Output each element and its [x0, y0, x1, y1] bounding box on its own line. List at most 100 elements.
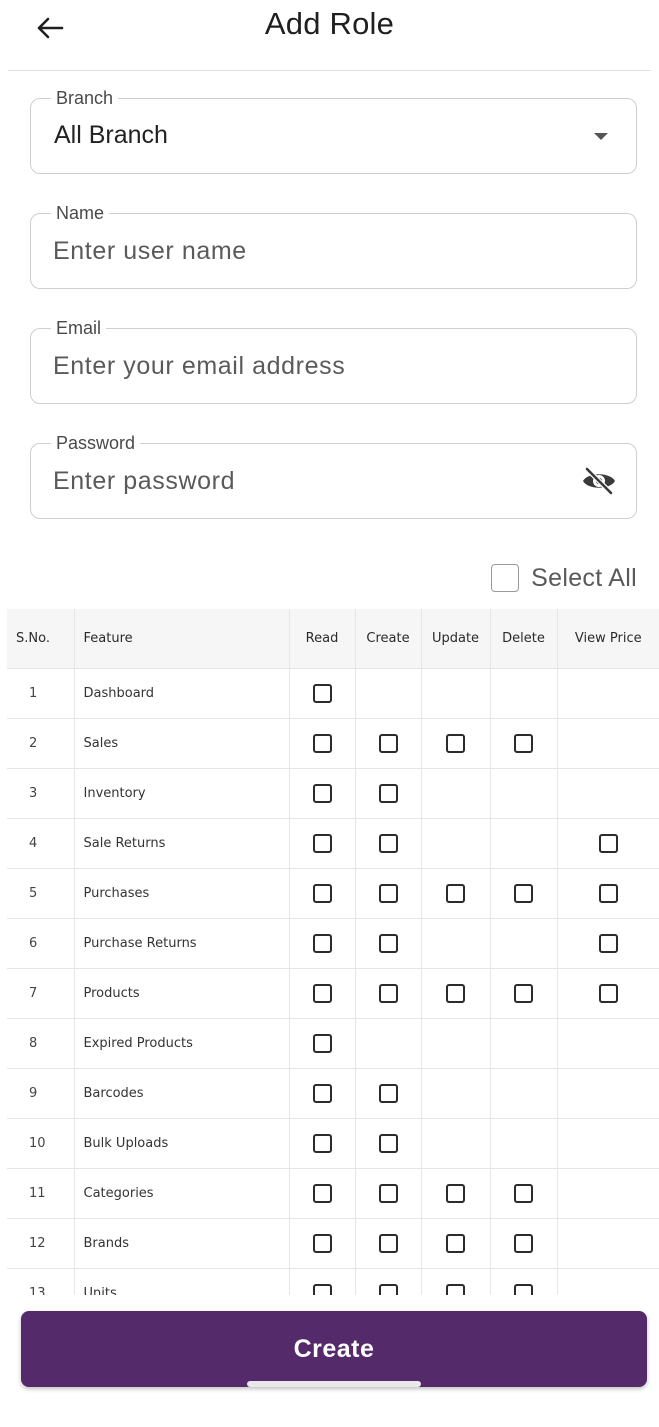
- cell-update: [421, 1268, 491, 1295]
- create-checkbox[interactable]: [378, 883, 398, 903]
- row-feature: Products: [74, 968, 290, 1018]
- cell-view-price: [557, 868, 659, 918]
- row-feature: Units: [74, 1268, 290, 1295]
- update-checkbox[interactable]: [446, 983, 465, 1003]
- cell-delete: [490, 818, 558, 868]
- cell-update: [421, 1118, 491, 1168]
- row-sno: 9: [7, 1068, 75, 1118]
- update-checkbox[interactable]: [446, 733, 465, 753]
- col-header-delete: Delete: [490, 609, 558, 668]
- read-checkbox[interactable]: [312, 1033, 332, 1053]
- read-checkbox[interactable]: [312, 883, 332, 903]
- row-sno: 11: [7, 1168, 75, 1218]
- row-feature: Categories: [74, 1168, 290, 1218]
- read-checkbox[interactable]: [312, 983, 332, 1003]
- view-price-checkbox[interactable]: [598, 883, 618, 903]
- branch-dropdown[interactable]: Branch All Branch: [30, 87, 637, 174]
- create-button-label: Create: [293, 1334, 375, 1363]
- update-checkbox[interactable]: [446, 1183, 465, 1203]
- table-row: 4 Sale Returns: [7, 818, 659, 868]
- read-checkbox[interactable]: [312, 1233, 332, 1253]
- cell-create: [355, 868, 422, 918]
- password-label: Password: [51, 432, 141, 454]
- update-checkbox[interactable]: [446, 883, 465, 903]
- cell-update: [421, 868, 491, 918]
- create-checkbox[interactable]: [378, 733, 398, 753]
- cell-view-price: [557, 968, 659, 1018]
- read-checkbox[interactable]: [312, 733, 332, 753]
- create-checkbox[interactable]: [378, 1283, 398, 1295]
- row-sno: 13: [7, 1268, 75, 1295]
- app-bar: Add Role: [0, 0, 659, 70]
- read-checkbox[interactable]: [312, 783, 332, 803]
- create-button[interactable]: Create: [21, 1311, 647, 1387]
- cell-read: [289, 768, 356, 818]
- select-all-box[interactable]: [491, 564, 520, 592]
- cell-read: [289, 868, 356, 918]
- row-sno: 5: [7, 868, 75, 918]
- delete-checkbox[interactable]: [514, 1183, 533, 1203]
- email-label: Email: [51, 317, 107, 339]
- create-checkbox[interactable]: [378, 1083, 398, 1103]
- row-sno: 1: [7, 668, 75, 718]
- select-all-checkbox[interactable]: Select All: [491, 562, 637, 594]
- view-price-checkbox[interactable]: [598, 933, 618, 953]
- email-field-container: Email: [30, 317, 637, 404]
- read-checkbox[interactable]: [312, 683, 332, 703]
- cell-delete: [490, 1168, 558, 1218]
- cell-read: [289, 1168, 356, 1218]
- cell-update: [421, 718, 491, 768]
- col-header-create: Create: [355, 609, 422, 668]
- view-price-checkbox[interactable]: [598, 833, 618, 853]
- cell-create: [355, 1218, 422, 1268]
- create-checkbox[interactable]: [378, 783, 398, 803]
- read-checkbox[interactable]: [312, 933, 332, 953]
- cell-create: [355, 918, 422, 968]
- row-feature: Sales: [74, 718, 290, 768]
- cell-view-price: [557, 668, 659, 718]
- read-checkbox[interactable]: [312, 833, 332, 853]
- password-field[interactable]: [53, 462, 573, 500]
- eye-off-icon: [583, 466, 615, 496]
- cell-create: [355, 1268, 422, 1295]
- read-checkbox[interactable]: [312, 1183, 332, 1203]
- row-feature: Barcodes: [74, 1068, 290, 1118]
- cell-update: [421, 918, 491, 968]
- table-row: 2 Sales: [7, 718, 659, 768]
- delete-checkbox[interactable]: [514, 1283, 533, 1295]
- create-checkbox[interactable]: [378, 1183, 398, 1203]
- delete-checkbox[interactable]: [514, 883, 533, 903]
- cell-delete: [490, 668, 558, 718]
- cell-update: [421, 1018, 491, 1068]
- create-checkbox[interactable]: [378, 1233, 398, 1253]
- col-header-feature: Feature: [74, 609, 290, 668]
- add-role-screen: Add Role Branch All Branch Name Email Pa…: [0, 0, 659, 1427]
- create-checkbox[interactable]: [378, 833, 398, 853]
- create-checkbox[interactable]: [378, 983, 398, 1003]
- delete-checkbox[interactable]: [514, 983, 533, 1003]
- read-checkbox[interactable]: [312, 1133, 332, 1153]
- row-feature: Brands: [74, 1218, 290, 1268]
- create-checkbox[interactable]: [378, 933, 398, 953]
- name-label: Name: [51, 202, 110, 224]
- cell-update: [421, 1068, 491, 1118]
- email-field[interactable]: [53, 347, 573, 385]
- row-sno: 6: [7, 918, 75, 968]
- delete-checkbox[interactable]: [514, 1233, 533, 1253]
- update-checkbox[interactable]: [446, 1283, 465, 1295]
- permissions-table-container[interactable]: S.No. Feature Read Create Update Delete …: [7, 609, 659, 1295]
- password-visibility-toggle[interactable]: [580, 464, 618, 498]
- read-checkbox[interactable]: [312, 1083, 332, 1103]
- table-row: 1 Dashboard: [7, 668, 659, 718]
- update-checkbox[interactable]: [446, 1233, 465, 1253]
- read-checkbox[interactable]: [312, 1283, 332, 1295]
- cell-read: [289, 1068, 356, 1118]
- name-field[interactable]: [53, 232, 573, 270]
- row-sno: 8: [7, 1018, 75, 1068]
- create-checkbox[interactable]: [378, 1133, 398, 1153]
- cell-delete: [490, 1268, 558, 1295]
- cell-view-price: [557, 1168, 659, 1218]
- delete-checkbox[interactable]: [514, 733, 533, 753]
- cell-read: [289, 1268, 356, 1295]
- view-price-checkbox[interactable]: [598, 983, 618, 1003]
